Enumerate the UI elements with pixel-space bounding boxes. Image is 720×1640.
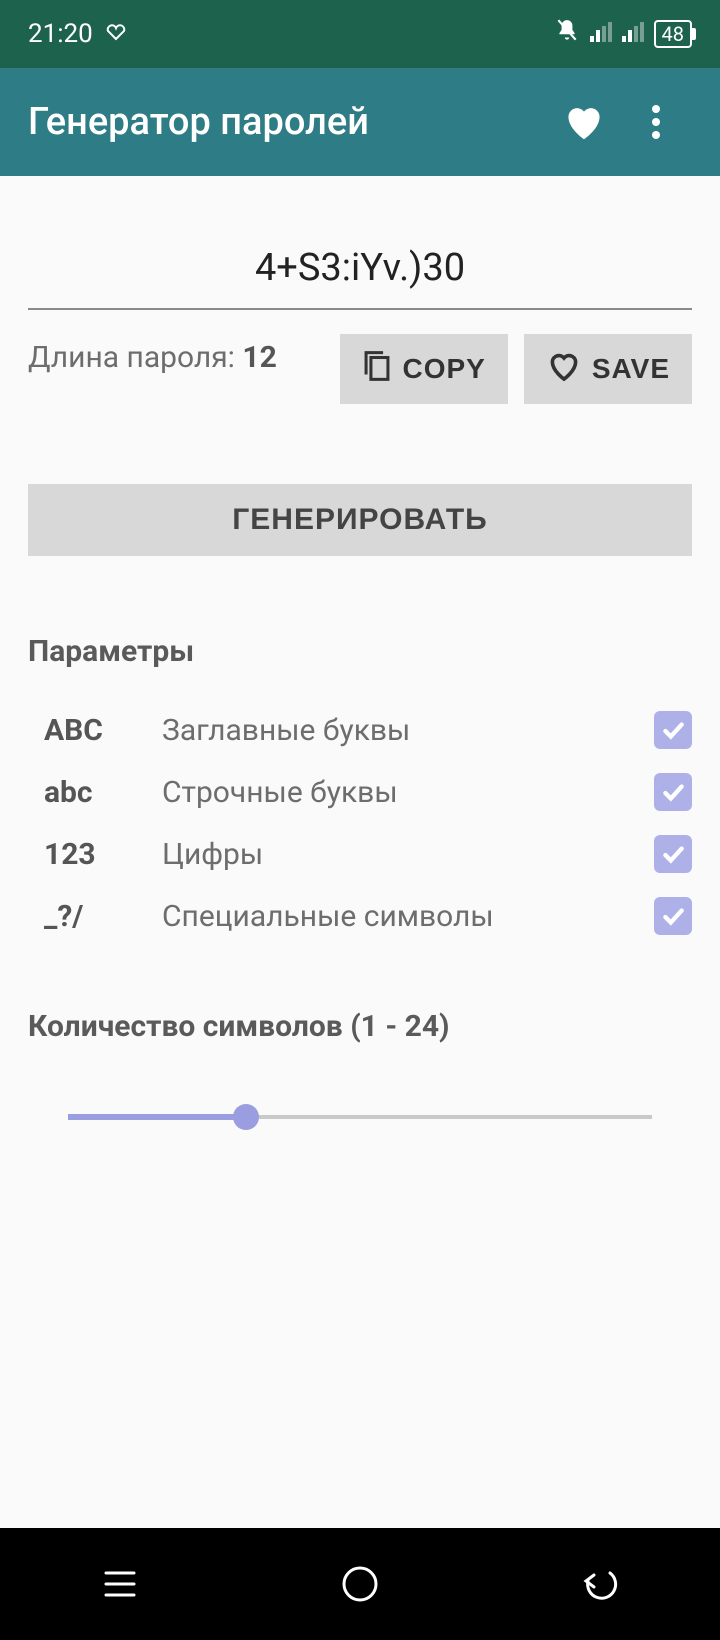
checkbox-uppercase[interactable] [654,711,692,749]
checkbox-lowercase[interactable] [654,773,692,811]
slider-thumb[interactable] [233,1104,259,1130]
password-output[interactable]: 4+S3:iYv.)30 [28,228,692,310]
save-button[interactable]: SAVE [524,334,692,404]
password-length-label: Длина пароля: 12 [28,334,340,375]
generate-button[interactable]: ГЕНЕРИРОВАТЬ [28,484,692,556]
option-lowercase[interactable]: abc Строчные буквы [44,761,692,823]
signal-icon [590,19,612,49]
copy-label: COPY [402,353,485,385]
options-list: ABC Заглавные буквы abc Строчные буквы 1… [28,699,692,947]
home-button[interactable] [320,1544,400,1624]
option-uppercase[interactable]: ABC Заглавные буквы [44,699,692,761]
recents-button[interactable] [80,1544,160,1624]
mute-icon [554,18,580,51]
menu-button[interactable] [620,86,692,158]
copy-icon [362,349,392,390]
favorites-button[interactable] [548,86,620,158]
battery-indicator: 48 [654,20,692,48]
heart-icon [546,350,582,389]
option-digits[interactable]: 123 Цифры [44,823,692,885]
app-bar: Генератор паролей [0,68,720,176]
status-bar: 21:20 48 [0,0,720,68]
length-slider-heading: Количество символов (1 - 24) [28,1009,692,1044]
app-title: Генератор паролей [28,100,548,144]
save-label: SAVE [592,353,670,385]
system-nav-bar [0,1528,720,1640]
fit-icon [105,19,127,49]
checkbox-digits[interactable] [654,835,692,873]
back-button[interactable] [560,1544,640,1624]
length-slider[interactable] [68,1102,652,1132]
checkbox-special[interactable] [654,897,692,935]
option-special[interactable]: _?/ Специальные символы [44,885,692,947]
status-time: 21:20 [28,19,93,49]
signal2-icon [622,19,644,49]
copy-button[interactable]: COPY [340,334,507,404]
params-heading: Параметры [28,634,692,669]
